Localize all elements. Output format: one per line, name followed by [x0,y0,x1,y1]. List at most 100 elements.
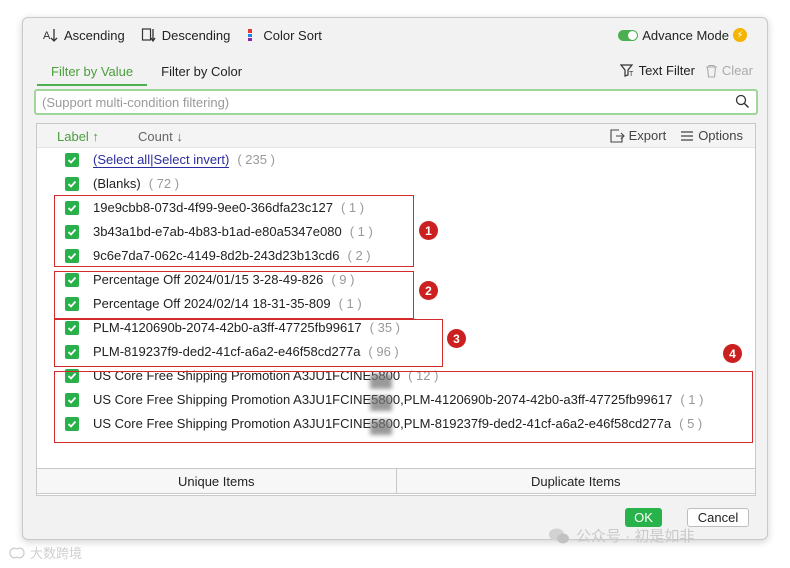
menu-icon [681,130,694,141]
item-count: ( 96 ) [368,344,399,359]
list-item-text: US Core Free Shipping Promotion A3JU1FCI… [93,392,703,407]
tab-filter-by-color[interactable]: Filter by Color [147,60,256,86]
list-item-text: 9c6e7da7-062c-4149-8d2b-243d23b13cd6 ( 2 … [93,248,371,263]
redaction-blur [370,374,392,389]
descending-button[interactable]: Descending [135,24,237,46]
item-label: 19e9cbb8-073d-4f99-9ee0-366dfa23c127 [93,200,333,215]
text-filter-icon: T [619,64,634,78]
checkbox[interactable] [65,225,79,239]
check-icon [67,180,77,188]
check-icon [67,156,77,164]
search-box [34,89,758,115]
item-count: ( 1 ) [349,224,373,239]
checkbox[interactable] [65,345,79,359]
item-label: Percentage Off 2024/02/14 18-31-35-809 [93,296,331,311]
watermark-logo-icon [9,547,25,558]
annotation-badge-1: 1 [419,221,438,240]
advance-mode-toggle[interactable]: Advance Mode ⚡ [612,24,753,46]
ascending-button[interactable]: A Ascending [37,24,131,46]
select-all-link[interactable]: (Select all [93,152,151,168]
checkbox[interactable] [65,273,79,287]
item-type-strip: Unique Items Duplicate Items [36,468,756,494]
check-icon [67,300,77,308]
sort-descending-icon [141,28,156,43]
list-item-text: 3b43a1bd-e7ab-4b83-b1ad-e80a5347e080 ( 1 … [93,224,373,239]
search-input[interactable] [42,93,732,111]
list-item-text: PLM-4120690b-2074-42b0-a3ff-47725fb99617… [93,320,400,335]
checkbox[interactable] [65,321,79,335]
item-count: ( 1 ) [680,392,704,407]
item-label: (Blanks) [93,176,141,191]
sort-by-count-header[interactable]: Count ↓ [138,129,183,144]
item-count: ( 35 ) [369,320,400,335]
unique-items-button[interactable]: Unique Items [37,469,396,493]
tab-filter-by-value[interactable]: Filter by Value [37,60,148,86]
color-sort-label: Color Sort [263,27,322,43]
item-count: ( 9 ) [331,272,355,287]
annotation-badge-4: 4 [723,344,742,363]
checkbox[interactable] [65,369,79,383]
checkbox[interactable] [65,393,79,407]
list-item-text: PLM-819237f9-ded2-41cf-a6a2-e46f58cd277a… [93,344,399,359]
checkbox[interactable] [65,201,79,215]
duplicate-items-button[interactable]: Duplicate Items [395,469,756,493]
check-icon [67,372,77,380]
cancel-button[interactable]: Cancel [687,508,749,527]
search-icon[interactable] [735,94,750,109]
export-button[interactable]: Export [610,128,667,143]
clear-label: Clear [721,63,753,78]
filter-dialog: A Ascending Descending Color Sort Advanc… [22,17,768,540]
watermark-left: 大数跨境 [8,543,82,562]
item-count: ( 1 ) [340,200,365,215]
list-item-text: US Core Free Shipping Promotion A3JU1FCI… [93,416,702,431]
options-label: Options [698,128,743,143]
checkbox[interactable] [65,153,79,167]
watermark-right: 公众号 · 初是如非 [548,525,694,546]
filter-actions: T Text Filter Clear [619,63,753,78]
check-icon [67,276,77,284]
list-header: Label ↑ Count ↓ Export Options [37,124,755,148]
options-button[interactable]: Options [680,128,743,143]
arrow-down-icon: ↓ [172,129,183,144]
watermark-right-text: 公众号 · 初是如非 [576,528,695,545]
color-sort-icon [248,29,253,41]
export-label: Export [628,128,667,143]
checkbox[interactable] [65,297,79,311]
sort-ascending-icon: A [43,29,58,42]
lightning-icon: ⚡ [733,28,747,42]
checkbox[interactable] [65,177,79,191]
advance-mode-label: Advance Mode [642,27,729,43]
item-count: ( 12 ) [408,368,439,383]
arrow-up-icon: ↑ [88,129,99,144]
checkbox[interactable] [65,249,79,263]
check-icon [67,204,77,212]
item-label: 3b43a1bd-e7ab-4b83-b1ad-e80a5347e080 [93,224,342,239]
list-item-text: 19e9cbb8-073d-4f99-9ee0-366dfa23c127 ( 1 … [93,200,364,215]
check-icon [67,228,77,236]
sort-by-label-header[interactable]: Label ↑ [57,129,99,144]
color-sort-button[interactable]: Color Sort [240,24,328,46]
redaction-blur [370,396,392,411]
item-count: ( 1 ) [338,296,362,311]
item-count: ( 72 ) [148,176,180,191]
text-filter-label: Text Filter [638,63,695,78]
descending-label: Descending [161,27,231,43]
item-count: ( 235 ) [237,152,275,167]
label-header-text: Label [57,129,89,144]
wechat-icon [549,528,569,543]
checkbox[interactable] [65,417,79,431]
export-icon [610,128,625,143]
value-list-panel: Label ↑ Count ↓ Export Options (Select a… [36,123,756,496]
filter-tabs: Filter by Value Filter by Color [37,60,256,86]
text-filter-button[interactable]: T Text Filter [619,63,695,78]
clear-button[interactable]: Clear [705,63,753,78]
list-item-text: (Blanks) ( 72 ) [93,176,179,191]
item-label: PLM-4120690b-2074-42b0-a3ff-47725fb99617 [93,320,362,335]
select-all-row-text: (Select all|Select invert)( 235 ) [93,152,275,168]
item-count: ( 2 ) [347,248,371,263]
watermark-left-text: 大数跨境 [30,546,83,561]
check-icon [67,396,77,404]
item-label: Percentage Off 2024/01/15 3-28-49-826 [93,272,324,287]
ascending-label: Ascending [64,27,125,43]
select-invert-link[interactable]: Select invert) [153,152,230,168]
